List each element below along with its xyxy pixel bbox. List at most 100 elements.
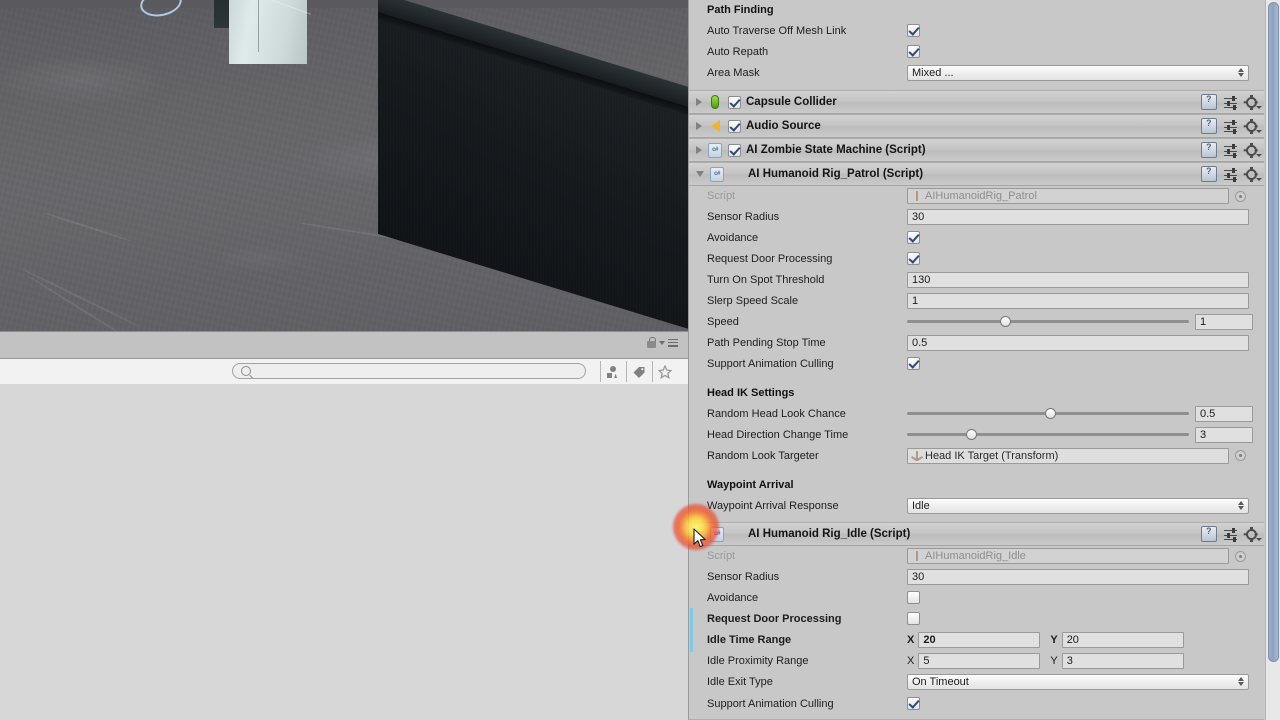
popup-area-mask[interactable]: Mixed ... [907,65,1249,81]
slider-speed-thumb[interactable] [1000,316,1012,327]
slider-head-direction-change-time-thumb[interactable] [966,429,978,440]
foldout-closed-icon[interactable] [696,122,702,130]
checkbox-enable-audio-source[interactable] [728,119,741,133]
row-sensor-radius[interactable]: Sensor Radius 30 [689,206,1264,227]
inspector-scrollbar[interactable] [1265,0,1280,720]
row-area-mask[interactable]: Area Mask Mixed ... [689,62,1264,84]
help-book-icon[interactable] [1201,142,1217,158]
popup-idle-exit-type[interactable]: On Timeout [907,674,1249,690]
input-random-head-look-chance-value[interactable]: 0.5 [1195,405,1253,422]
row-idle-exit-type[interactable]: Idle Exit Type On Timeout [689,671,1264,693]
input-turn-on-spot-threshold[interactable]: 130 [907,271,1249,288]
row-idle-proximity-range[interactable]: Idle Proximity Range X 5 Y 3 [689,650,1264,671]
component-header-ai-humanoid-rig-patrol[interactable]: c# AI Humanoid Rig_Patrol (Script) [689,162,1264,186]
gear-icon[interactable] [1243,166,1262,182]
input-idle-proximity-range-x[interactable]: 5 [918,652,1041,669]
row-head-direction-change-time[interactable]: Head Direction Change Time 3 [689,424,1264,445]
row-random-look-targeter[interactable]: Random Look Targeter Head IK Target (Tra… [689,445,1264,466]
preset-icon[interactable] [1224,143,1238,158]
scene-view[interactable] [0,0,688,331]
object-field-idle-script[interactable]: AIHumanoidRig_Idle [907,548,1229,564]
object-picker-button[interactable] [1235,190,1246,202]
foldout-open-icon[interactable] [696,531,704,537]
row-idle-avoidance[interactable]: Avoidance [689,587,1264,608]
row-idle-script[interactable]: Script AIHumanoidRig_Idle [689,546,1264,566]
row-patrol-script[interactable]: Script AIHumanoidRig_Patrol [689,186,1264,206]
preset-icon[interactable] [1224,527,1238,542]
slider-speed-track[interactable] [907,316,1189,327]
input-idle-sensor-radius[interactable]: 30 [907,568,1249,585]
checkbox-enable-capsule-collider[interactable] [728,95,741,109]
row-turn-on-spot-threshold[interactable]: Turn On Spot Threshold 130 [689,269,1264,290]
preset-icon[interactable] [1224,119,1238,134]
gear-icon[interactable] [1243,526,1262,542]
slider-random-head-look-chance[interactable]: 0.5 [907,405,1253,422]
checkbox-avoidance[interactable] [907,231,920,244]
search-input[interactable] [232,363,586,379]
input-path-pending-stop-time[interactable]: 0.5 [907,334,1249,351]
checkbox-support-animation-culling[interactable] [907,357,920,370]
row-idle-support-animation-culling[interactable]: Support Animation Culling [689,693,1264,714]
gear-icon[interactable] [1243,142,1262,158]
popup-waypoint-arrival-response[interactable]: Idle [907,498,1249,514]
checkbox-request-door-processing[interactable] [907,252,920,265]
slider-random-head-look-chance-thumb[interactable] [1045,408,1057,419]
input-slerp-speed-scale[interactable]: 1 [907,292,1249,309]
checkbox-auto-traverse-off-mesh-link[interactable] [907,24,920,37]
input-speed-value[interactable]: 1 [1195,313,1253,330]
component-header-ai-humanoid-rig-idle[interactable]: c# AI Humanoid Rig_Idle (Script) [689,522,1264,546]
input-idle-time-range-y[interactable]: 20 [1061,631,1184,648]
preset-icon[interactable] [1224,167,1238,182]
row-auto-traverse-off-mesh-link[interactable]: Auto Traverse Off Mesh Link [689,20,1264,41]
object-picker-button[interactable] [1235,550,1246,562]
checkbox-idle-avoidance[interactable] [907,591,920,604]
row-support-animation-culling[interactable]: Support Animation Culling [689,353,1264,374]
input-sensor-radius[interactable]: 30 [907,208,1249,225]
row-waypoint-arrival-response[interactable]: Waypoint Arrival Response Idle [689,495,1264,517]
row-slerp-speed-scale[interactable]: Slerp Speed Scale 1 [689,290,1264,311]
slider-head-direction-change-time[interactable]: 3 [907,426,1253,443]
inspector-scrollbar-thumb[interactable] [1268,2,1279,662]
object-picker-button[interactable] [1235,450,1246,461]
gear-icon[interactable] [1243,94,1262,110]
row-request-door-processing[interactable]: Request Door Processing [689,248,1264,269]
checkbox-auto-repath[interactable] [907,45,920,58]
checkbox-idle-support-animation-culling[interactable] [907,697,920,710]
input-idle-proximity-range-y[interactable]: 3 [1061,652,1184,669]
favorites-button[interactable] [652,361,677,382]
help-book-icon[interactable] [1201,118,1217,134]
filter-by-type-button[interactable] [600,361,625,382]
filter-by-label-button[interactable] [626,361,651,382]
lock-icon[interactable] [647,337,656,348]
row-path-pending-stop-time[interactable]: Path Pending Stop Time 0.5 [689,332,1264,353]
checkbox-enable-ai-zombie-state-machine[interactable] [728,143,741,157]
object-field-patrol-script[interactable]: AIHumanoidRig_Patrol [907,188,1229,204]
object-field-random-look-targeter[interactable]: Head IK Target (Transform) [907,447,1229,464]
input-head-direction-change-time-value[interactable]: 3 [1195,426,1253,443]
help-book-icon[interactable] [1201,94,1217,110]
checkbox-idle-request-door-processing[interactable] [907,612,920,625]
project-browser-body[interactable] [0,384,688,720]
hamburger-menu-icon[interactable] [668,338,678,347]
foldout-closed-icon[interactable] [696,98,702,106]
row-speed[interactable]: Speed 1 [689,311,1264,332]
help-book-icon[interactable] [1201,526,1217,542]
foldout-open-icon[interactable] [696,171,704,177]
foldout-closed-icon[interactable] [696,146,702,154]
row-avoidance[interactable]: Avoidance [689,227,1264,248]
row-idle-sensor-radius[interactable]: Sensor Radius 30 [689,566,1264,587]
row-auto-repath[interactable]: Auto Repath [689,41,1264,62]
slider-speed[interactable]: 1 [907,313,1253,330]
row-idle-time-range[interactable]: Idle Time Range X 20 Y 20 [689,629,1264,650]
slider-head-direction-change-time-track[interactable] [907,429,1189,440]
chevron-down-icon[interactable] [659,340,665,345]
preset-icon[interactable] [1224,95,1238,110]
help-book-icon[interactable] [1201,166,1217,182]
component-header-audio-source[interactable]: Audio Source [689,114,1264,138]
row-idle-request-door-processing[interactable]: Request Door Processing [689,608,1264,629]
gear-icon[interactable] [1243,118,1262,134]
input-idle-time-range-x[interactable]: 20 [918,631,1041,648]
slider-random-head-look-chance-track[interactable] [907,408,1189,419]
row-random-head-look-chance[interactable]: Random Head Look Chance 0.5 [689,403,1264,424]
component-header-capsule-collider[interactable]: Capsule Collider [689,90,1264,114]
